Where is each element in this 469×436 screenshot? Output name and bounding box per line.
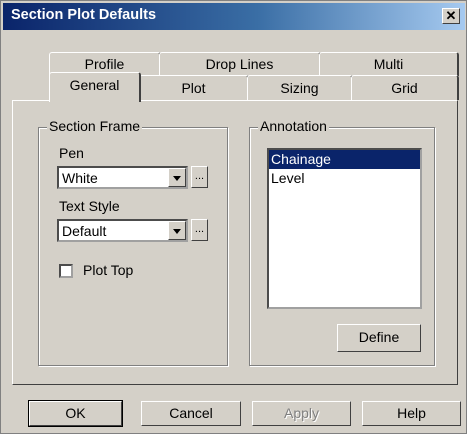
tab-label: Plot (181, 80, 206, 96)
tab-label: Sizing (280, 80, 319, 96)
tab-plot[interactable]: Plot (139, 75, 249, 100)
tab-label: General (69, 77, 120, 93)
help-button[interactable]: Help (362, 401, 461, 426)
list-item[interactable]: Chainage (269, 150, 420, 169)
tab-label: Multi (373, 56, 404, 72)
pen-browse-button[interactable]: ... (191, 166, 208, 188)
general-tab-panel: Section Frame Pen White ... Text Style D… (12, 100, 458, 385)
close-button[interactable]: ✕ (442, 8, 460, 24)
chevron-down-icon (173, 229, 181, 234)
list-item[interactable]: Level (269, 169, 420, 188)
define-button[interactable]: Define (337, 324, 421, 352)
pen-label: Pen (59, 145, 84, 161)
annotation-list[interactable]: Chainage Level (267, 148, 422, 309)
tab-sizing[interactable]: Sizing (247, 75, 353, 100)
text-style-label: Text Style (59, 198, 120, 214)
pen-select[interactable]: White (57, 166, 188, 189)
window-title: Section Plot Defaults (11, 7, 157, 23)
tab-label: Drop Lines (205, 56, 274, 72)
close-icon: ✕ (445, 8, 457, 23)
section-plot-defaults-dialog: Section Plot Defaults ✕ Profile Drop Lin… (0, 0, 467, 434)
section-frame-group: Section Frame Pen White ... Text Style D… (38, 118, 228, 366)
annotation-title: Annotation (258, 118, 329, 134)
tab-label: Grid (391, 80, 418, 96)
tab-general[interactable]: General (49, 72, 141, 102)
cancel-button[interactable]: Cancel (141, 401, 241, 426)
text-style-dropdown-button[interactable] (168, 221, 186, 240)
tab-multi[interactable]: Multi (319, 52, 459, 76)
annotation-group: Annotation Chainage Level Define (249, 118, 435, 366)
text-style-select[interactable]: Default (57, 219, 188, 242)
ok-button[interactable]: OK (28, 400, 123, 427)
tab-drop-lines[interactable]: Drop Lines (159, 52, 321, 76)
plot-top-checkbox[interactable] (59, 264, 73, 278)
chevron-down-icon (173, 176, 181, 181)
text-style-value: Default (62, 223, 107, 239)
tab-label: Profile (84, 56, 125, 72)
tab-grid[interactable]: Grid (351, 75, 459, 100)
apply-button[interactable]: Apply (252, 401, 351, 426)
pen-value: White (62, 170, 98, 186)
text-style-browse-button[interactable]: ... (191, 219, 208, 241)
pen-dropdown-button[interactable] (168, 168, 186, 187)
section-frame-title: Section Frame (47, 118, 143, 134)
title-bar[interactable]: Section Plot Defaults ✕ (3, 3, 465, 30)
plot-top-label: Plot Top (83, 262, 134, 278)
